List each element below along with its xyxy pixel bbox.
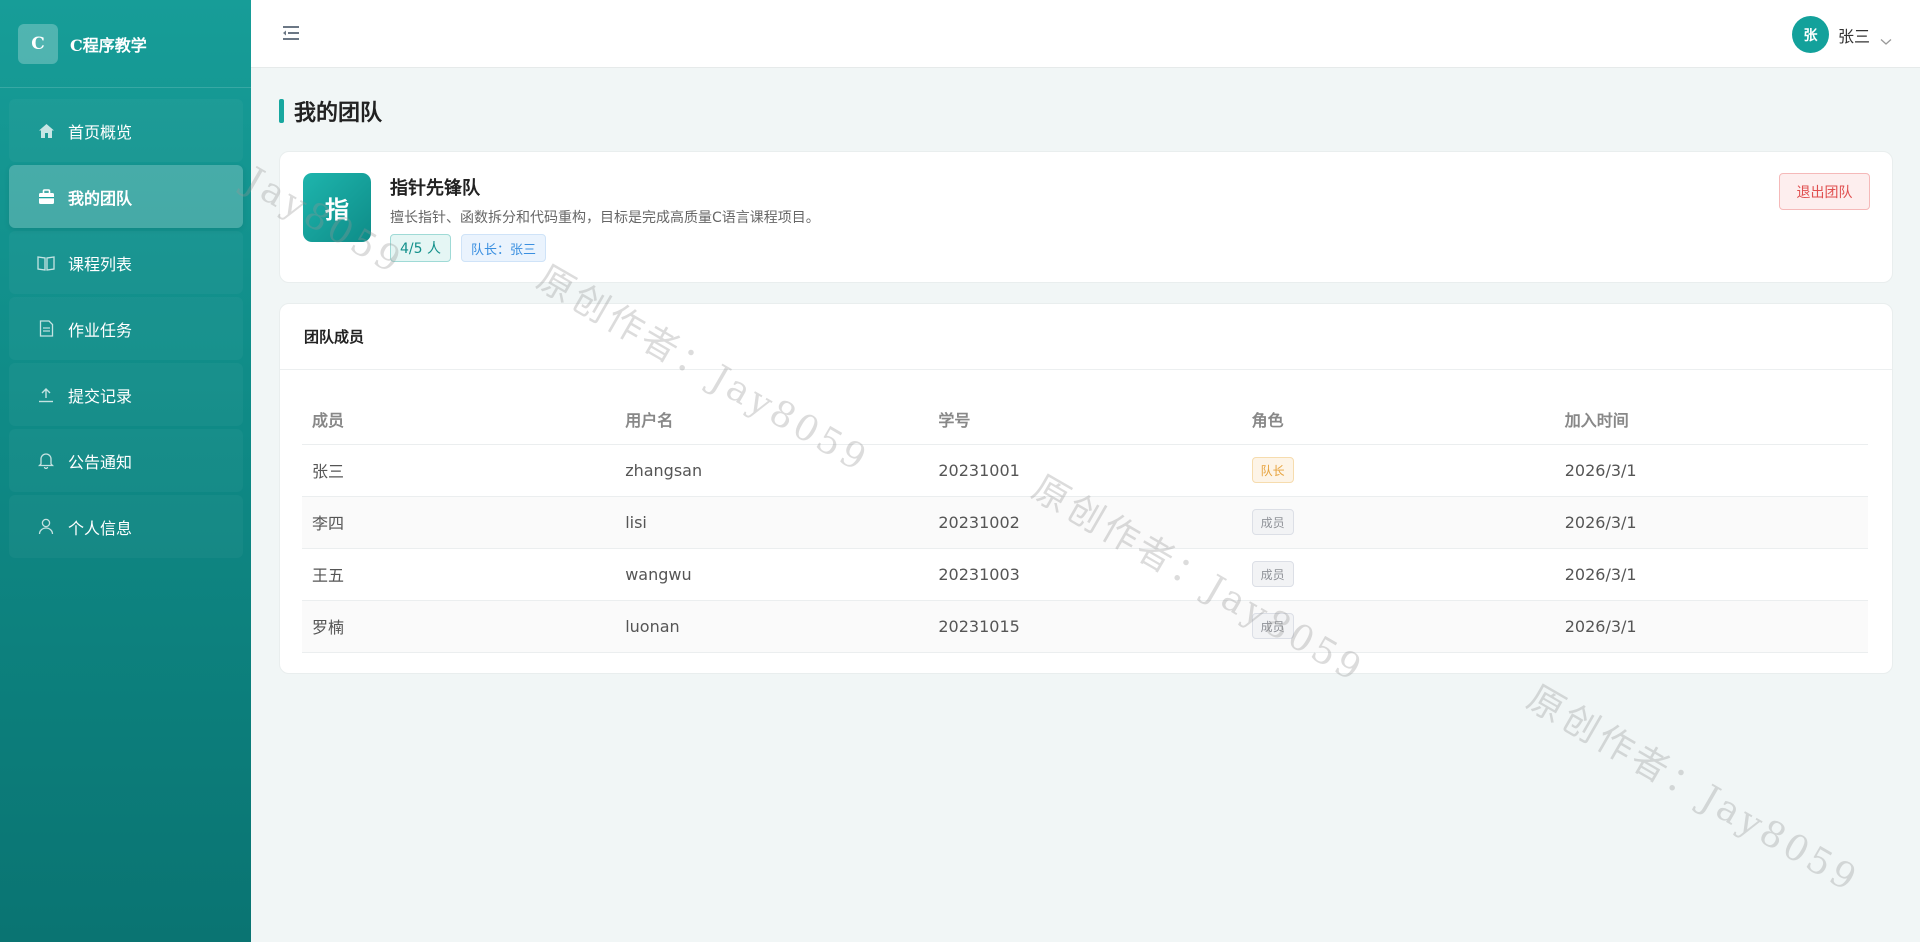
cell-name: 李四 bbox=[302, 496, 616, 549]
chevron-down-icon bbox=[1880, 31, 1892, 45]
table-row: 罗楠 luonan 20231015 成员 2026/3/1 bbox=[302, 600, 1868, 653]
brand: C C程序教学 bbox=[0, 0, 251, 88]
cell-name: 张三 bbox=[302, 444, 616, 497]
team-tags: 4/5 人 队长：张三 bbox=[390, 234, 556, 262]
team-members-card: 团队成员 成员 用户名 学号 角色 加入时间 张三 zhangsan 20231… bbox=[279, 303, 1893, 674]
team-name: 指针先锋队 bbox=[390, 178, 480, 199]
sidebar-item-home[interactable]: 首页概览 bbox=[9, 99, 243, 162]
cell-username: luonan bbox=[615, 600, 929, 653]
cell-student-id: 20231015 bbox=[928, 600, 1242, 653]
column-header-student-id: 学号 bbox=[928, 394, 1242, 445]
watermark: 原创作者：Jay8059 bbox=[1520, 677, 1867, 902]
cell-student-id: 20231003 bbox=[928, 548, 1242, 601]
sidebar-item-label: 作业任务 bbox=[68, 320, 133, 340]
cell-username: zhangsan bbox=[615, 444, 929, 497]
table-row: 李四 lisi 20231002 成员 2026/3/1 bbox=[302, 496, 1868, 549]
cell-role: 成员 bbox=[1241, 548, 1555, 601]
sidebar-item-label: 个人信息 bbox=[68, 518, 133, 538]
document-icon bbox=[36, 319, 56, 339]
cell-role: 队长 bbox=[1241, 444, 1555, 497]
page-title: 我的团队 bbox=[279, 98, 383, 126]
user-dropdown[interactable]: 张 张三 bbox=[1791, 16, 1892, 53]
page-title-text: 我的团队 bbox=[294, 100, 383, 126]
title-accent-bar bbox=[279, 99, 284, 123]
avatar: 张 bbox=[1791, 16, 1829, 53]
cell-joined: 2026/3/1 bbox=[1554, 496, 1868, 549]
column-header-joined: 加入时间 bbox=[1554, 394, 1868, 445]
cell-role: 成员 bbox=[1241, 600, 1555, 653]
table-row: 张三 zhangsan 20231001 队长 2026/3/1 bbox=[302, 444, 1868, 497]
table-header-row: 成员 用户名 学号 角色 加入时间 bbox=[302, 394, 1868, 445]
cell-joined: 2026/3/1 bbox=[1554, 444, 1868, 497]
column-header-username: 用户名 bbox=[615, 394, 929, 445]
cell-student-id: 20231001 bbox=[928, 444, 1242, 497]
sidebar-item-label: 课程列表 bbox=[68, 254, 133, 274]
team-info-card: 指 指针先锋队 擅长指针、函数拆分和代码重构，目标是完成高质量C语言课程项目。 … bbox=[279, 151, 1893, 283]
sidebar-item-label: 公告通知 bbox=[68, 452, 133, 472]
cell-joined: 2026/3/1 bbox=[1554, 548, 1868, 601]
quit-team-button[interactable]: 退出团队 bbox=[1779, 173, 1870, 210]
briefcase-icon bbox=[36, 187, 56, 207]
role-badge: 成员 bbox=[1251, 509, 1294, 535]
book-icon bbox=[36, 253, 56, 273]
leader-tag: 队长：张三 bbox=[460, 234, 546, 262]
menu-fold-icon[interactable] bbox=[280, 23, 302, 43]
user-icon bbox=[36, 517, 56, 537]
cell-joined: 2026/3/1 bbox=[1554, 600, 1868, 653]
role-badge: 队长 bbox=[1251, 457, 1294, 483]
members-table: 成员 用户名 学号 角色 加入时间 张三 zhangsan 20231001 队… bbox=[302, 394, 1868, 653]
cell-username: lisi bbox=[615, 496, 929, 549]
brand-logo: C bbox=[18, 23, 58, 64]
team-description: 擅长指针、函数拆分和代码重构，目标是完成高质量C语言课程项目。 bbox=[390, 210, 820, 226]
sidebar-item-my-team[interactable]: 我的团队 bbox=[9, 165, 243, 228]
cell-name: 王五 bbox=[302, 548, 616, 601]
upload-icon bbox=[36, 385, 56, 405]
sidebar-item-submissions[interactable]: 提交记录 bbox=[9, 363, 243, 426]
brand-title: C程序教学 bbox=[70, 35, 147, 55]
bell-icon bbox=[36, 451, 56, 471]
team-logo: 指 bbox=[303, 173, 371, 242]
user-name: 张三 bbox=[1837, 26, 1870, 46]
column-header-role: 角色 bbox=[1241, 394, 1555, 445]
home-icon bbox=[36, 121, 56, 141]
sidebar: C C程序教学 首页概览 我的团队 课程列表 作业任务 提交记录 公告通知 个人… bbox=[0, 0, 251, 942]
cell-username: wangwu bbox=[615, 548, 929, 601]
sidebar-item-assignments[interactable]: 作业任务 bbox=[9, 297, 243, 360]
members-section-title: 团队成员 bbox=[280, 304, 1892, 370]
sidebar-item-label: 提交记录 bbox=[68, 386, 133, 406]
sidebar-menu: 首页概览 我的团队 课程列表 作业任务 提交记录 公告通知 个人信息 bbox=[0, 88, 251, 558]
table-row: 王五 wangwu 20231003 成员 2026/3/1 bbox=[302, 548, 1868, 601]
cell-student-id: 20231002 bbox=[928, 496, 1242, 549]
sidebar-item-label: 我的团队 bbox=[68, 188, 133, 208]
sidebar-item-label: 首页概览 bbox=[68, 122, 133, 142]
role-badge: 成员 bbox=[1251, 561, 1294, 587]
cell-role: 成员 bbox=[1241, 496, 1555, 549]
column-header-member: 成员 bbox=[302, 394, 616, 445]
sidebar-item-courses[interactable]: 课程列表 bbox=[9, 231, 243, 294]
member-count-tag: 4/5 人 bbox=[390, 234, 451, 262]
cell-name: 罗楠 bbox=[302, 600, 616, 653]
role-badge: 成员 bbox=[1251, 613, 1294, 639]
sidebar-item-notices[interactable]: 公告通知 bbox=[9, 429, 243, 492]
top-header: 张 张三 bbox=[251, 0, 1920, 68]
sidebar-item-profile[interactable]: 个人信息 bbox=[9, 495, 243, 558]
